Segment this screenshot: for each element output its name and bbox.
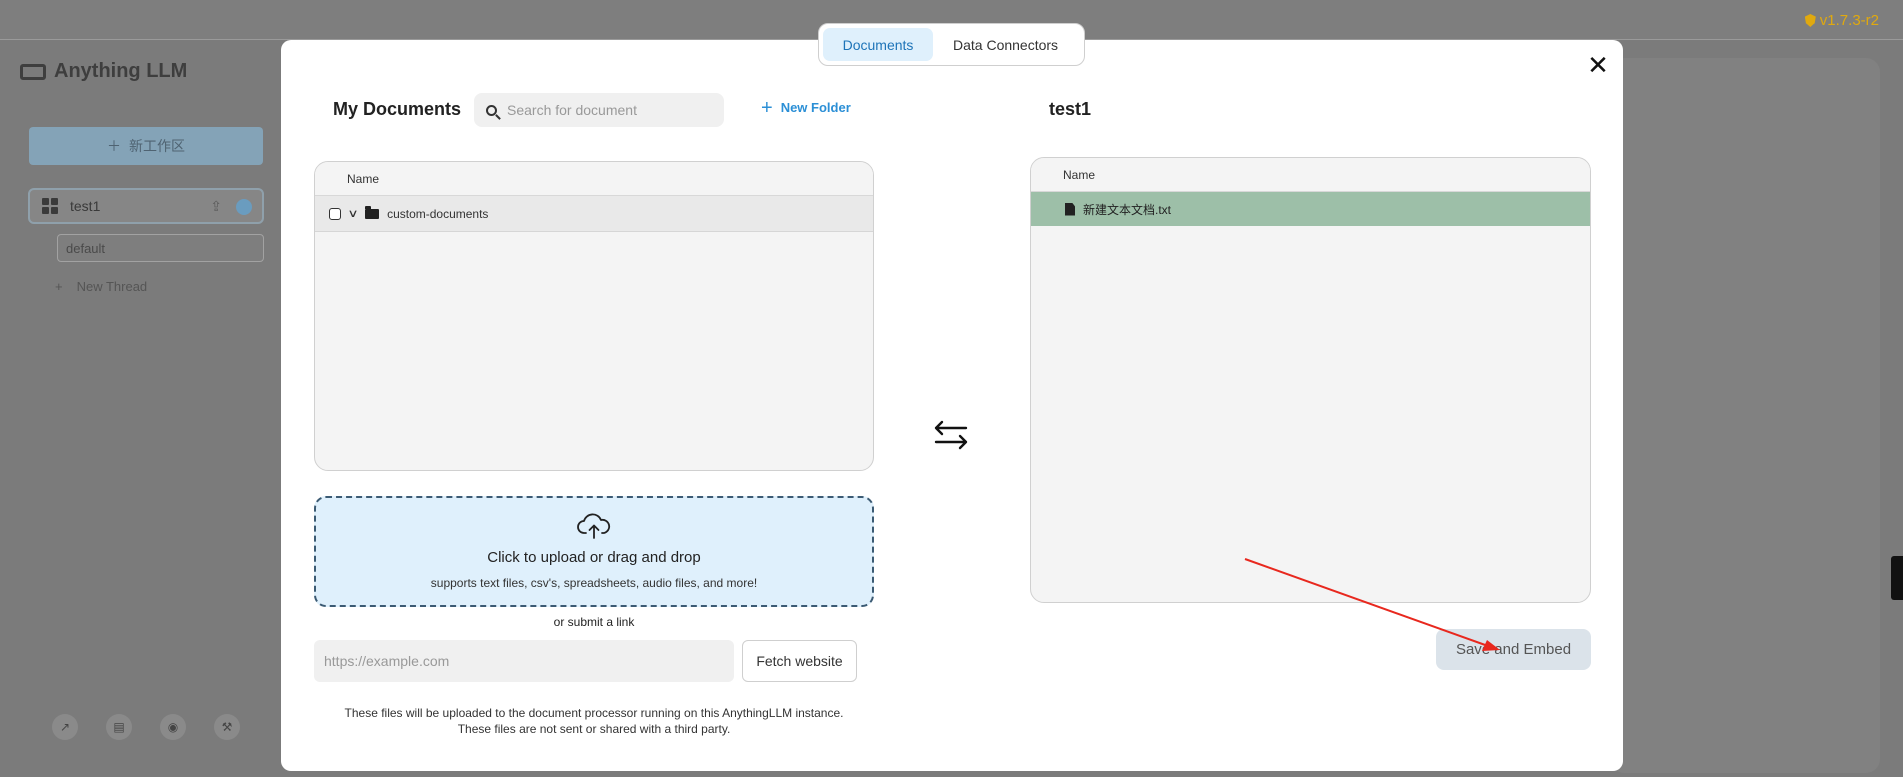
table-header: Name	[1031, 158, 1590, 192]
swap-arrows-icon	[934, 420, 968, 450]
file-name: 新建文本文档.txt	[1083, 202, 1172, 217]
search-input[interactable]	[507, 102, 707, 118]
upload-disclaimer: These files will be uploaded to the docu…	[314, 705, 874, 737]
version-badge: v1.7.3-r2	[1804, 12, 1879, 29]
column-name: Name	[1063, 167, 1096, 182]
sidebar-workspace-item[interactable]: test1 ⇪	[28, 188, 264, 224]
file-icon	[1065, 202, 1075, 216]
folder-name: custom-documents	[387, 206, 489, 221]
table-header: Name	[315, 162, 873, 196]
file-row[interactable]: 新建文本文档.txt	[1031, 192, 1590, 226]
shield-icon	[1804, 14, 1816, 27]
search-icon	[486, 104, 497, 116]
upload-title: Click to upload or drag and drop	[487, 549, 701, 566]
close-icon[interactable]: ✕	[1587, 52, 1609, 78]
settings-icon[interactable]: ⚒	[214, 714, 240, 740]
plus-icon: +	[55, 279, 63, 294]
or-submit-link-text: or submit a link	[553, 615, 635, 629]
logo-mark-icon	[20, 63, 46, 80]
document-manager-modal: ✕ My Documents + New Folder Name ∨ custo…	[281, 40, 1623, 771]
discord-icon[interactable]: ◉	[160, 714, 186, 740]
workspace-name: test1	[70, 198, 101, 214]
folder-checkbox[interactable]	[329, 207, 341, 220]
folder-row[interactable]: ∨ custom-documents	[315, 196, 873, 232]
plus-icon: +	[761, 96, 773, 119]
new-folder-label: New Folder	[780, 100, 851, 115]
cloud-upload-icon	[577, 513, 611, 539]
sidebar-footer: ↗ ▤ ◉ ⚒	[52, 714, 240, 740]
save-and-embed-button[interactable]: Save and Embed	[1436, 629, 1591, 670]
thread-item[interactable]: default	[57, 234, 264, 262]
modal-tab-switcher: Documents Data Connectors	[818, 23, 1085, 66]
my-documents-title: My Documents	[333, 99, 462, 119]
disclaimer-line-2: These files are not sent or shared with …	[457, 722, 731, 736]
app-logo: Anything LLM	[20, 60, 187, 83]
my-documents-table: Name ∨ custom-documents	[314, 161, 874, 471]
document-search	[474, 93, 724, 127]
docs-icon[interactable]: ▤	[106, 714, 132, 740]
folder-icon	[365, 205, 380, 219]
url-input[interactable]	[314, 640, 734, 682]
chat-panel	[1610, 58, 1880, 773]
column-name: Name	[347, 171, 380, 186]
disclaimer-line-1: These files will be uploaded to the docu…	[344, 706, 844, 720]
logo-text: Anything LLM	[54, 60, 188, 82]
upload-subtitle: supports text files, csv's, spreadsheets…	[430, 576, 758, 590]
new-thread-label: New Thread	[76, 279, 148, 294]
upload-dropzone[interactable]: Click to upload or drag and drop support…	[314, 496, 874, 607]
workspace-grid-icon	[42, 198, 58, 214]
workspace-documents-table: Name 新建文本文档.txt	[1030, 157, 1591, 603]
new-thread-button[interactable]: + New Thread	[55, 279, 147, 294]
side-drawer-tab[interactable]	[1891, 556, 1903, 600]
new-folder-button[interactable]: + New Folder	[761, 96, 851, 119]
plus-icon: ＋	[107, 138, 121, 154]
chevron-down-icon[interactable]: ∨	[347, 207, 358, 220]
tab-data-connectors[interactable]: Data Connectors	[937, 28, 1074, 61]
version-text: v1.7.3-r2	[1819, 12, 1879, 29]
community-icon[interactable]: ↗	[52, 714, 78, 740]
new-workspace-button[interactable]: ＋ 新工作区	[29, 127, 263, 165]
new-workspace-label: 新工作区	[129, 138, 185, 154]
tab-documents[interactable]: Documents	[823, 28, 933, 61]
settings-dot-icon[interactable]	[236, 199, 252, 215]
upload-icon[interactable]: ⇪	[210, 198, 222, 215]
workspace-title: test1	[1049, 99, 1092, 119]
fetch-website-button[interactable]: Fetch website	[742, 640, 857, 682]
